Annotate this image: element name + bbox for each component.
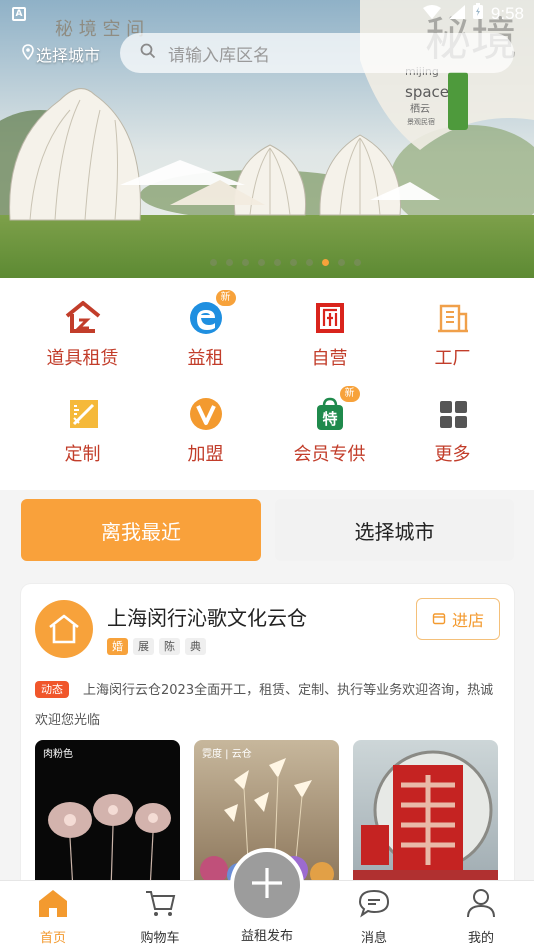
news-text: 上海闵行云仓2023全面开工，租赁、定制、执行等业务欢迎咨询，热诚欢迎您光临 xyxy=(35,683,494,728)
location-pin-icon xyxy=(22,44,34,64)
ruler-pencil-icon xyxy=(63,394,103,434)
choose-city-button[interactable]: 选择城市 xyxy=(275,499,514,561)
svg-text:特: 特 xyxy=(322,410,337,428)
category-label: 道具租赁 xyxy=(46,348,119,369)
city-select-link[interactable]: 选择城市 xyxy=(22,42,100,66)
store-news: 动态 上海闵行云仓2023全面开工，租赁、定制、执行等业务欢迎咨询，热诚欢迎您光临 xyxy=(35,676,501,736)
banner-dot[interactable] xyxy=(210,259,217,266)
message-icon xyxy=(334,887,414,923)
search-icon xyxy=(140,43,156,63)
new-badge: 新 xyxy=(215,290,236,306)
category-label: 益租 xyxy=(187,348,224,369)
photo-caption: 霓度 | 云仓 xyxy=(202,749,252,760)
banner-dot[interactable] xyxy=(226,259,233,266)
store-house-icon xyxy=(49,614,79,644)
v-circle-icon xyxy=(186,394,226,434)
banner-dot[interactable] xyxy=(306,259,313,266)
category-grid: 道具租赁 新 益租 自营 工厂 定制 加盟 特 新 会员专供 更多 xyxy=(0,278,534,490)
publish-button[interactable] xyxy=(230,848,304,922)
category-prop-rental[interactable]: 道具租赁 xyxy=(16,298,149,370)
city-select-label: 选择城市 xyxy=(36,46,101,65)
flower-photo xyxy=(48,794,171,890)
category-label: 定制 xyxy=(64,444,101,465)
tab-label: 益租发布 xyxy=(240,929,293,944)
store-tags: 婚 展 陈 典 xyxy=(107,638,206,655)
store-logo xyxy=(35,600,93,658)
banner-dot[interactable] xyxy=(354,259,361,266)
store-icon xyxy=(310,298,350,338)
category-franchise[interactable]: 加盟 xyxy=(139,394,272,466)
home-page: 秘 境 空 间 秘境 mijing space 栖云 景观民宿 A 9:58 xyxy=(0,0,534,950)
store-tag: 展 xyxy=(133,638,154,655)
status-bar: A 9:58 xyxy=(0,0,534,28)
tab-mine[interactable]: 我的 xyxy=(441,887,521,946)
category-more[interactable]: 更多 xyxy=(386,394,519,466)
special-bag-icon: 特 新 xyxy=(310,386,360,434)
store-photo[interactable] xyxy=(353,740,498,890)
search-bar[interactable]: 请输入库区名 xyxy=(120,33,514,73)
tab-cart[interactable]: 购物车 xyxy=(120,887,200,946)
store-tag: 陈 xyxy=(159,638,180,655)
category-member-supply[interactable]: 特 新 会员专供 xyxy=(263,386,396,466)
tab-publish[interactable]: 益租发布 xyxy=(227,921,307,944)
svg-text:space: space xyxy=(405,83,449,101)
news-badge: 动态 xyxy=(35,681,69,698)
tab-label: 我的 xyxy=(467,931,494,946)
tab-label: 首页 xyxy=(39,931,66,946)
battery-icon xyxy=(472,3,483,24)
signal-icon xyxy=(448,4,465,24)
tab-messages[interactable]: 消息 xyxy=(334,887,414,946)
category-label: 加盟 xyxy=(187,444,224,465)
banner-dot[interactable] xyxy=(258,259,265,266)
wedding-sign-photo xyxy=(353,750,498,890)
home-icon xyxy=(13,887,93,923)
category-label: 会员专供 xyxy=(293,444,366,465)
tab-label: 购物车 xyxy=(140,931,180,946)
banner-dot-active[interactable] xyxy=(322,259,329,266)
banner-dot[interactable] xyxy=(242,259,249,266)
category-label: 自营 xyxy=(311,348,348,369)
shop-icon xyxy=(432,610,446,629)
building-icon xyxy=(433,298,473,338)
cart-icon xyxy=(120,887,200,923)
category-self-run[interactable]: 自营 xyxy=(263,298,396,370)
store-name[interactable]: 上海闵行沁歌文化云仓 xyxy=(107,602,307,631)
category-factory[interactable]: 工厂 xyxy=(386,298,519,370)
user-icon xyxy=(441,887,521,923)
status-time: 9:58 xyxy=(490,3,524,23)
new-badge: 新 xyxy=(339,386,360,402)
banner-pagination xyxy=(210,259,361,266)
edge-e-icon: 新 xyxy=(186,290,236,338)
banner-dot[interactable] xyxy=(274,259,281,266)
store-photo[interactable]: 肉粉色 xyxy=(35,740,180,890)
photo-caption: 肉粉色 xyxy=(43,749,73,760)
store-tag: 典 xyxy=(185,638,206,655)
svg-text:景观民宿: 景观民宿 xyxy=(407,117,435,126)
svg-text:栖云: 栖云 xyxy=(410,102,430,115)
wifi-icon xyxy=(422,4,441,24)
nearest-button[interactable]: 离我最近 xyxy=(21,499,261,561)
store-tag: 婚 xyxy=(107,638,128,655)
search-placeholder: 请输入库区名 xyxy=(168,45,270,66)
banner-dot[interactable] xyxy=(290,259,297,266)
category-label: 工厂 xyxy=(434,348,471,369)
grid-icon xyxy=(433,394,473,434)
notification-a-icon: A xyxy=(12,7,26,21)
tab-home[interactable]: 首页 xyxy=(13,887,93,946)
category-yizu[interactable]: 新 益租 xyxy=(139,290,272,370)
tab-label: 消息 xyxy=(360,931,387,946)
banner-dot[interactable] xyxy=(338,259,345,266)
house-outline-icon xyxy=(63,298,103,338)
enter-store-label: 进店 xyxy=(451,611,484,630)
category-label: 更多 xyxy=(434,444,471,465)
hero-banner[interactable]: 秘 境 空 间 秘境 mijing space 栖云 景观民宿 A 9:58 xyxy=(0,0,534,278)
enter-store-button[interactable]: 进店 xyxy=(416,598,500,640)
category-custom[interactable]: 定制 xyxy=(16,394,149,466)
plus-icon xyxy=(249,865,285,905)
